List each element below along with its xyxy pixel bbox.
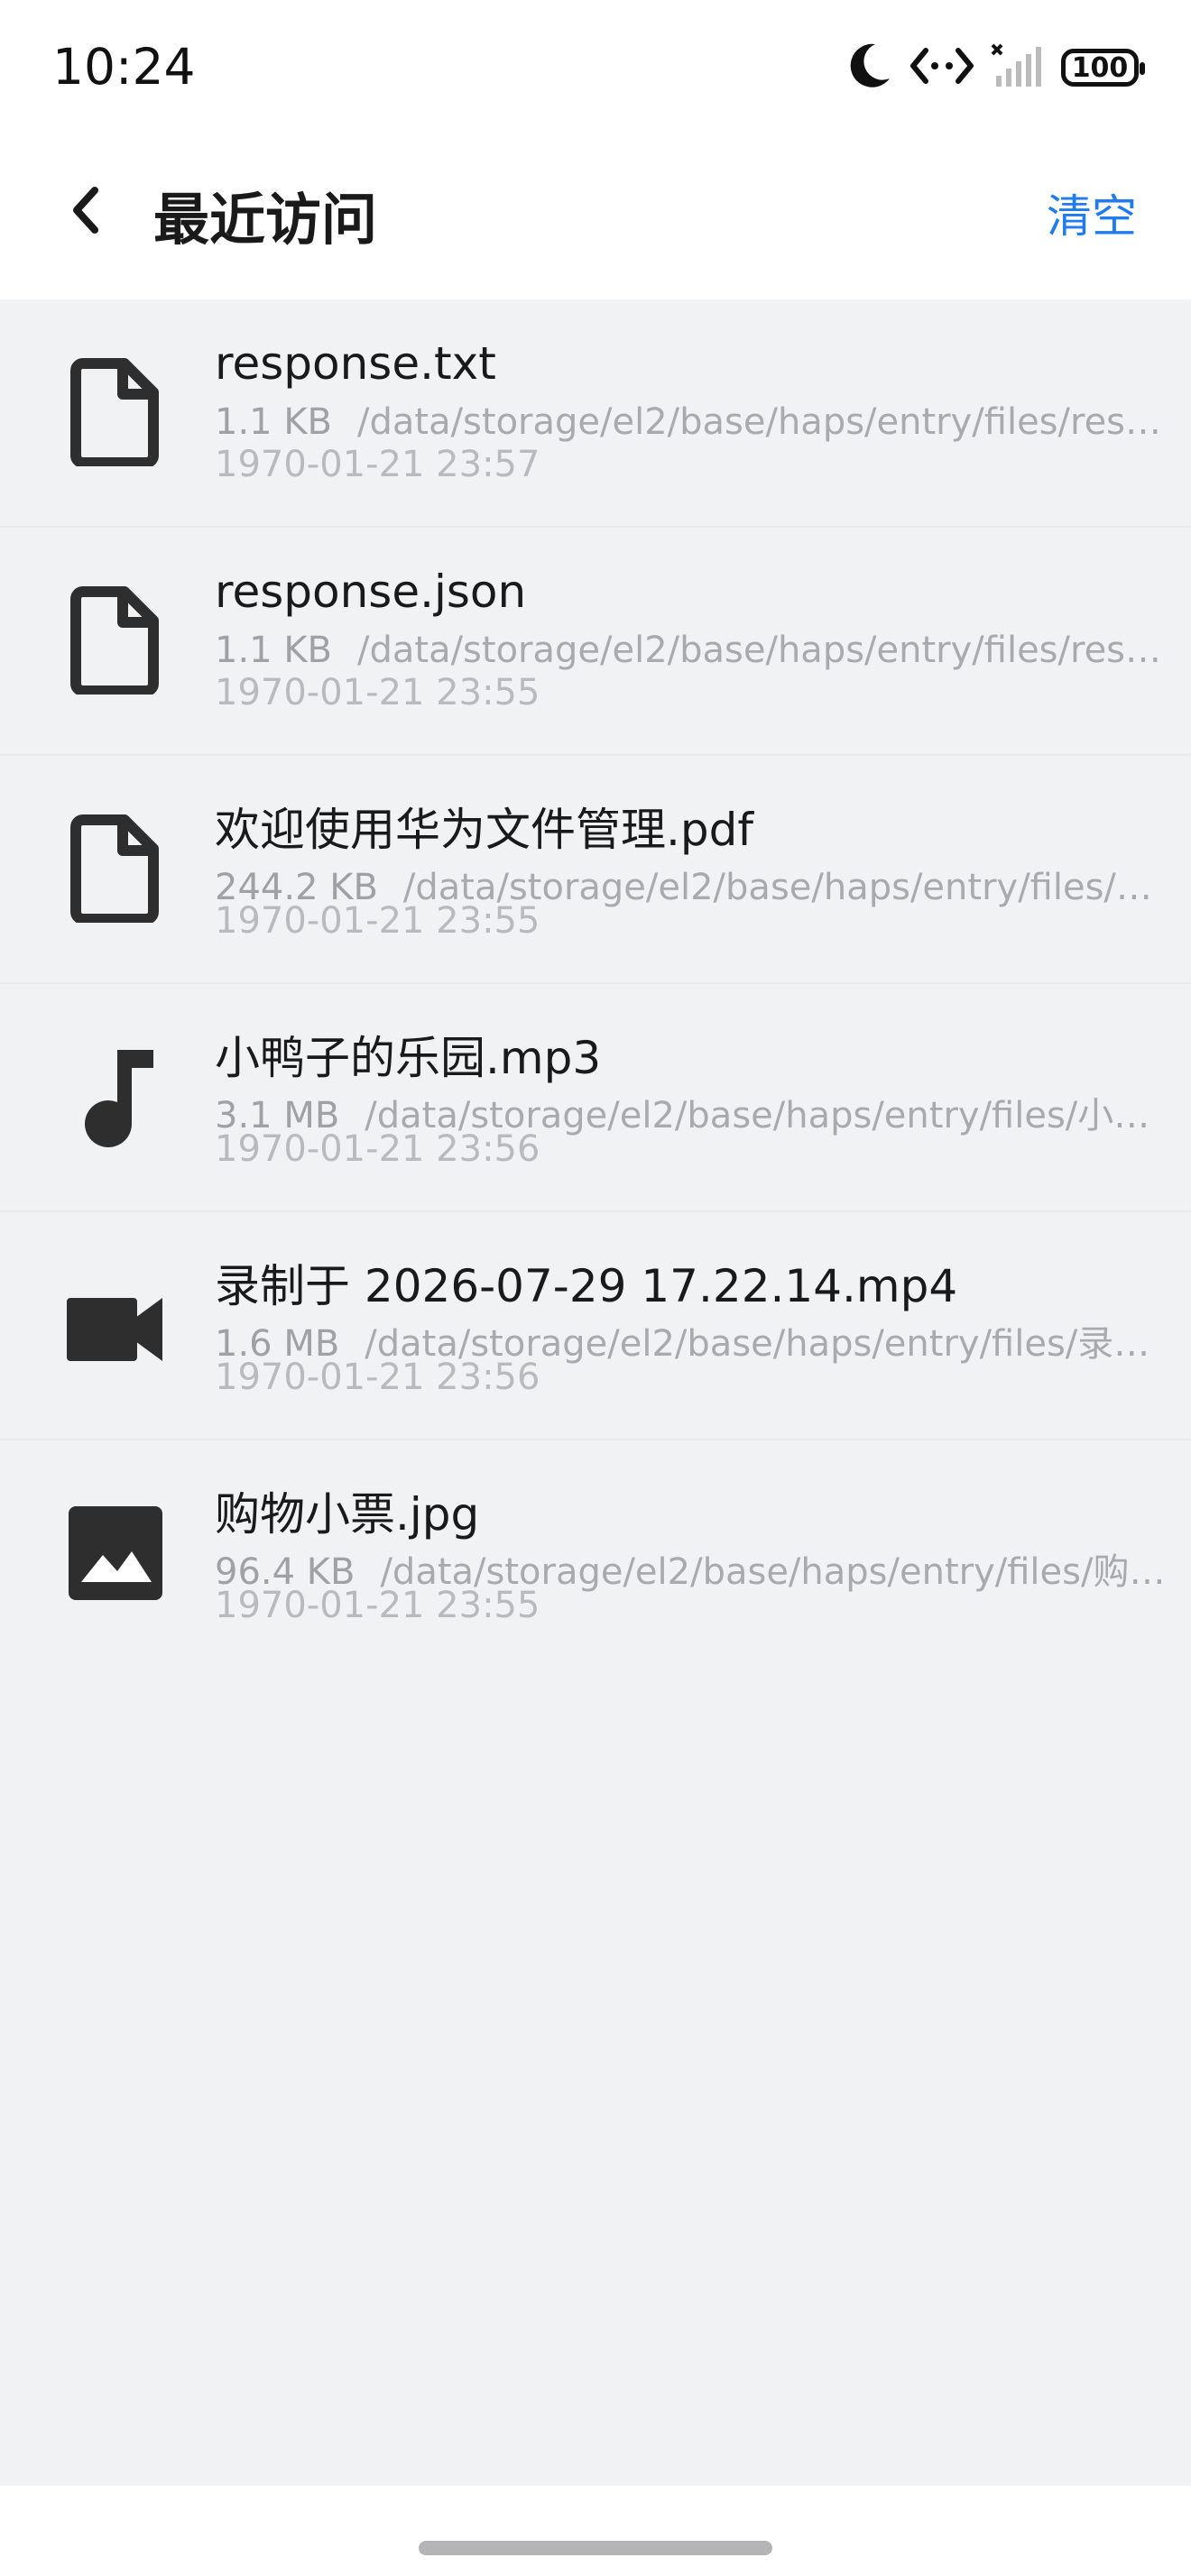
file-date: 1970-01-21 23:55 — [215, 672, 540, 713]
battery-icon: 100 — [1061, 49, 1145, 87]
page-title: 最近访问 — [153, 187, 378, 253]
file-name: response.txt — [215, 337, 496, 390]
file-date: 1970-01-21 23:56 — [215, 1128, 540, 1170]
file-icon — [61, 810, 170, 927]
moon-icon — [848, 41, 893, 95]
status-bar: 10:24 100 — [0, 0, 1191, 140]
list-item[interactable]: 录制于 2026-07-29 17.22.14.mp4 1.6 MB/data/… — [0, 1212, 1191, 1440]
signal-icon — [991, 43, 1045, 92]
music-note-icon — [61, 1038, 170, 1155]
status-icons: 100 — [848, 36, 1145, 99]
file-name: 录制于 2026-07-29 17.22.14.mp4 — [215, 1260, 958, 1312]
list-item[interactable]: 购物小票.jpg 96.4 KB/data/storage/el2/base/h… — [0, 1440, 1191, 1669]
status-time: 10:24 — [52, 38, 196, 96]
list-item[interactable]: response.json 1.1 KB/data/storage/el2/ba… — [0, 528, 1191, 756]
list-item[interactable]: 欢迎使用华为文件管理.pdf 244.2 KB/data/storage/el2… — [0, 756, 1191, 984]
file-path: /data/storage/el2/base/haps/entry/files/… — [357, 630, 1180, 671]
back-button[interactable] — [54, 176, 117, 248]
file-name: 小鸭子的乐园.mp3 — [215, 1032, 602, 1084]
file-path: /data/storage/el2/base/haps/entry/files/… — [357, 401, 1180, 443]
file-size: 1.1 KB — [215, 401, 332, 443]
list-item[interactable]: 小鸭子的乐园.mp3 3.1 MB/data/storage/el2/base/… — [0, 984, 1191, 1212]
file-date: 1970-01-21 23:57 — [215, 444, 540, 485]
navigation-bar — [0, 2486, 1191, 2576]
recent-files-list: response.txt 1.1 KB/data/storage/el2/bas… — [0, 299, 1191, 1669]
file-meta: 1.1 KB/data/storage/el2/base/haps/entry/… — [215, 630, 1180, 671]
file-name: response.json — [215, 566, 527, 618]
file-name: 欢迎使用华为文件管理.pdf — [215, 804, 753, 856]
chevron-left-icon — [68, 183, 104, 241]
image-icon — [61, 1495, 170, 1612]
file-size: 1.1 KB — [215, 630, 332, 671]
file-icon — [61, 354, 170, 471]
file-date: 1970-01-21 23:55 — [215, 900, 540, 942]
file-icon — [61, 582, 170, 699]
data-transfer-icon — [909, 43, 974, 92]
video-camera-icon — [61, 1266, 170, 1384]
file-meta: 1.1 KB/data/storage/el2/base/haps/entry/… — [215, 401, 1180, 443]
list-item[interactable]: response.txt 1.1 KB/data/storage/el2/bas… — [0, 299, 1191, 528]
file-date: 1970-01-21 23:56 — [215, 1357, 540, 1398]
header: 最近访问 清空 — [0, 140, 1191, 299]
clear-button[interactable]: 清空 — [1047, 180, 1137, 245]
home-indicator[interactable] — [419, 2541, 772, 2555]
file-name: 购物小票.jpg — [215, 1488, 480, 1541]
file-date: 1970-01-21 23:55 — [215, 1585, 540, 1626]
